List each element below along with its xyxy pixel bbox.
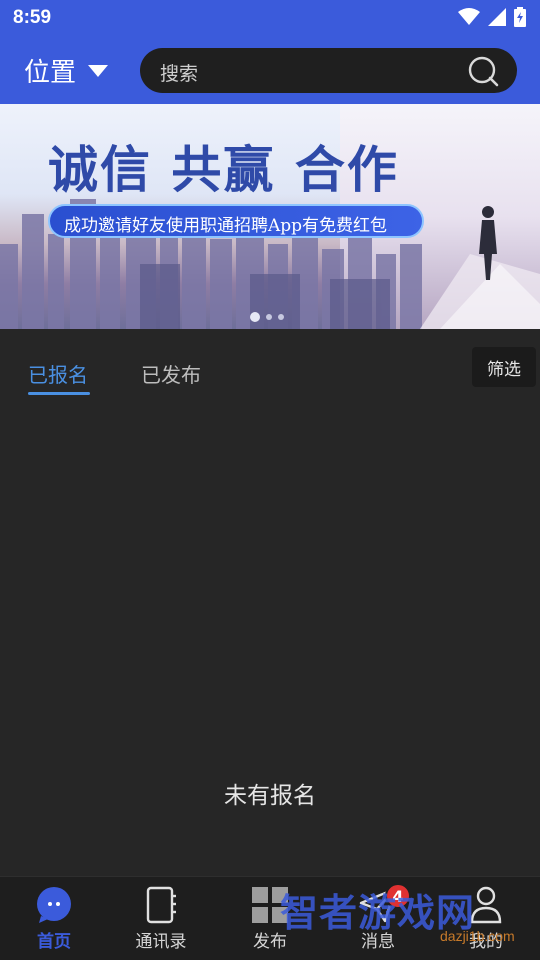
caret-down-icon [88, 64, 109, 77]
banner-title: 诚信 共赢 合作 [48, 140, 399, 199]
banner-subtitle-pill: 成功邀请好友使用职通招聘App有免费红包 [48, 204, 424, 238]
location-label: 位置 [24, 58, 77, 88]
tab-registered[interactable]: 已报名 [28, 359, 88, 388]
signal-icon [488, 8, 506, 26]
chat-bubble-icon [37, 887, 71, 923]
banner-dot[interactable] [266, 314, 272, 320]
status-time: 8:59 [13, 7, 52, 28]
header: 位置 搜索 [0, 36, 540, 104]
search-placeholder: 搜索 [160, 63, 199, 85]
nav-label-contacts: 通讯录 [135, 932, 187, 952]
tab-published[interactable]: 已发布 [141, 359, 201, 388]
promo-banner[interactable]: 诚信 共赢 合作 成功邀请好友使用职通招聘App有免费红包 [0, 104, 540, 329]
contacts-book-icon [146, 886, 176, 924]
wifi-icon [458, 8, 480, 25]
search-input[interactable]: 搜索 [140, 48, 517, 93]
tab-bar: 已报名 已发布 筛选 [0, 329, 540, 399]
nav-item-contacts[interactable]: 通讯录 [116, 885, 206, 952]
nav-label-home: 首页 [37, 932, 71, 952]
banner-subtitle: 成功邀请好友使用职通招聘App有免费红包 [64, 216, 388, 236]
search-icon[interactable] [467, 55, 499, 87]
filter-button[interactable]: 筛选 [472, 347, 536, 387]
battery-icon [514, 7, 526, 27]
nav-item-home[interactable]: 首页 [9, 885, 99, 952]
status-bar: 8:59 [0, 0, 540, 36]
banner-dot-active[interactable] [250, 312, 260, 322]
watermark-url: dazji1b.com [440, 928, 515, 944]
empty-state-message: 未有报名 [224, 783, 316, 809]
location-selector[interactable]: 位置 [24, 52, 109, 89]
banner-dot[interactable] [278, 314, 284, 320]
status-icons [458, 7, 526, 27]
tab-active-indicator [28, 392, 90, 395]
banner-pagination [250, 312, 284, 322]
